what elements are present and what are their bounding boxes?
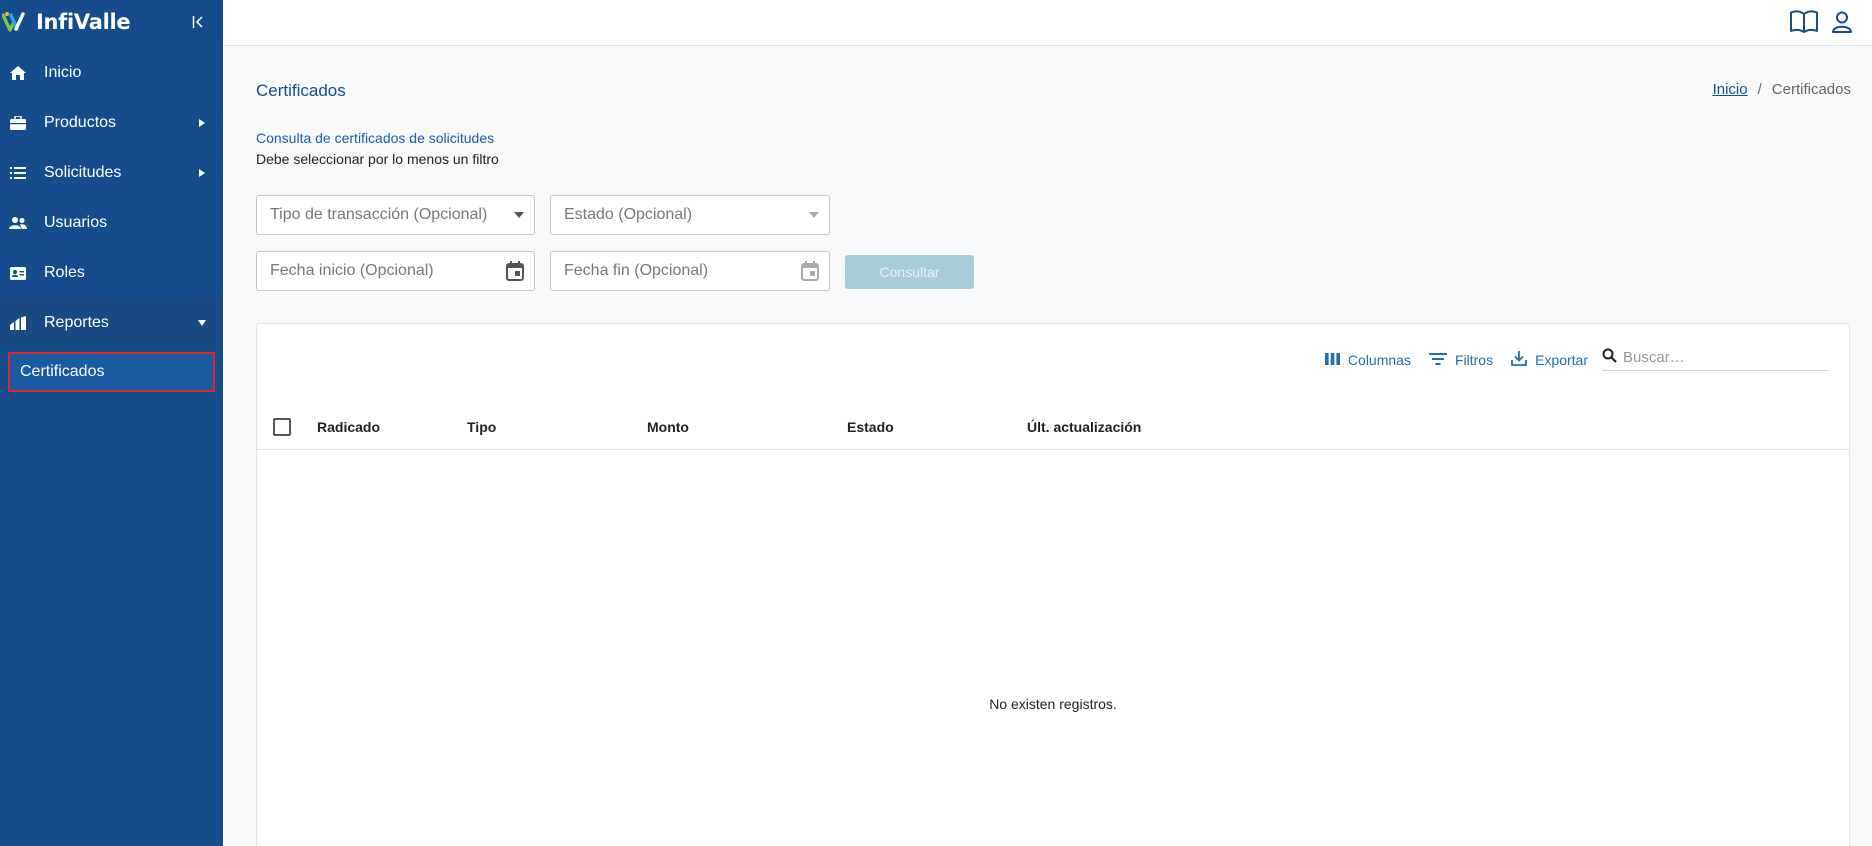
filters-hint: Debe seleccionar por lo menos un filtro [256, 151, 499, 167]
breadcrumb-home-link[interactable]: Inicio [1713, 81, 1748, 98]
export-label: Exportar [1535, 351, 1588, 368]
search-input[interactable] [1623, 348, 1813, 366]
select-all-checkbox[interactable] [273, 418, 291, 436]
date-placeholder: Fecha inicio (Opcional) [270, 262, 434, 279]
logo-mark-icon [2, 12, 25, 32]
top-bar [223, 0, 1872, 46]
app-logo[interactable]: InfiValle [2, 10, 131, 34]
breadcrumb-current: Certificados [1771, 81, 1851, 98]
sidebar: InfiValle Inicio Productos Solicitudes U… [0, 0, 223, 846]
chevron-right-icon [197, 118, 207, 128]
table-header-row: Radicado Tipo Monto Estado Últ. actualiz… [257, 404, 1849, 450]
sidebar-item-label: Inicio [44, 64, 82, 81]
columns-button[interactable]: Columnas [1324, 351, 1411, 368]
filters-label: Filtros [1454, 351, 1494, 368]
table-search[interactable] [1602, 348, 1829, 371]
sidebar-subitem-certificados[interactable]: Certificados [8, 352, 215, 392]
user-icon[interactable] [1828, 8, 1856, 36]
filters-subtitle: Consulta de certificados de solicitudes [256, 130, 495, 146]
fecha-inicio-input[interactable]: Fecha inicio (Opcional) [256, 251, 535, 291]
column-header-monto[interactable]: Monto [647, 419, 689, 435]
select-placeholder: Tipo de transacción (Opcional) [270, 206, 488, 223]
app-name: InfiValle [36, 10, 131, 34]
search-icon [1602, 348, 1617, 366]
column-header-radicado[interactable]: Radicado [317, 419, 380, 435]
list-icon [8, 163, 28, 183]
sidebar-item-roles[interactable]: Roles [0, 248, 223, 298]
dropdown-arrow-icon [809, 212, 819, 218]
sidebar-item-productos[interactable]: Productos [0, 98, 223, 148]
filter-icon [1428, 352, 1447, 368]
empty-state-text: No existen registros. [989, 696, 1117, 712]
sidebar-item-label: Solicitudes [44, 164, 122, 181]
results-table-card: Columnas Filtros Exportar Radicado Tipo … [256, 323, 1850, 846]
main-content: Certificados Inicio / Certificados Consu… [223, 46, 1872, 846]
column-header-tipo[interactable]: Tipo [467, 419, 496, 435]
fecha-fin-input[interactable]: Fecha fin (Opcional) [550, 251, 830, 291]
column-header-estado[interactable]: Estado [847, 419, 894, 435]
consultar-button[interactable]: Consultar [845, 255, 974, 289]
select-placeholder: Estado (Opcional) [564, 206, 693, 223]
dropdown-arrow-icon [514, 212, 524, 218]
sidebar-header: InfiValle [0, 0, 223, 44]
download-icon [1511, 350, 1527, 369]
sidebar-subitem-row: Certificados [0, 348, 223, 396]
sidebar-item-label: Usuarios [44, 214, 108, 231]
tipo-transaccion-select[interactable]: Tipo de transacción (Opcional) [256, 195, 535, 235]
book-icon[interactable] [1790, 8, 1818, 36]
table-toolbar: Columnas Filtros Exportar [1324, 348, 1829, 371]
estado-select[interactable]: Estado (Opcional) [550, 195, 830, 235]
breadcrumb: Inicio / Certificados [1713, 81, 1851, 98]
chevron-down-icon [197, 318, 207, 328]
users-icon [8, 213, 28, 233]
export-button[interactable]: Exportar [1511, 350, 1588, 369]
home-icon [8, 63, 28, 83]
filters-button[interactable]: Filtros [1428, 351, 1494, 368]
breadcrumb-separator: / [1757, 81, 1762, 98]
column-header-ultima-actualizacion[interactable]: Últ. actualización [1027, 419, 1141, 435]
chart-icon [8, 313, 28, 333]
sidebar-item-usuarios[interactable]: Usuarios [0, 198, 223, 248]
briefcase-icon [8, 113, 28, 133]
calendar-icon[interactable] [801, 261, 819, 281]
sidebar-item-inicio[interactable]: Inicio [0, 48, 223, 98]
sidebar-item-label: Roles [44, 264, 85, 281]
columns-icon [1324, 352, 1340, 368]
page-title: Certificados [256, 81, 346, 100]
date-placeholder: Fecha fin (Opcional) [564, 262, 709, 279]
collapse-sidebar-icon[interactable] [189, 13, 207, 31]
sidebar-item-reportes[interactable]: Reportes [0, 298, 223, 348]
sidebar-item-label: Reportes [44, 314, 109, 331]
columns-label: Columnas [1347, 351, 1411, 368]
sidebar-nav: Inicio Productos Solicitudes Usuarios Ro… [0, 48, 223, 396]
chevron-right-icon [197, 168, 207, 178]
top-bar-actions [1790, 8, 1856, 36]
sidebar-item-solicitudes[interactable]: Solicitudes [0, 148, 223, 198]
id-card-icon [8, 263, 28, 283]
calendar-icon[interactable] [506, 261, 524, 281]
sidebar-item-label: Productos [44, 114, 117, 131]
